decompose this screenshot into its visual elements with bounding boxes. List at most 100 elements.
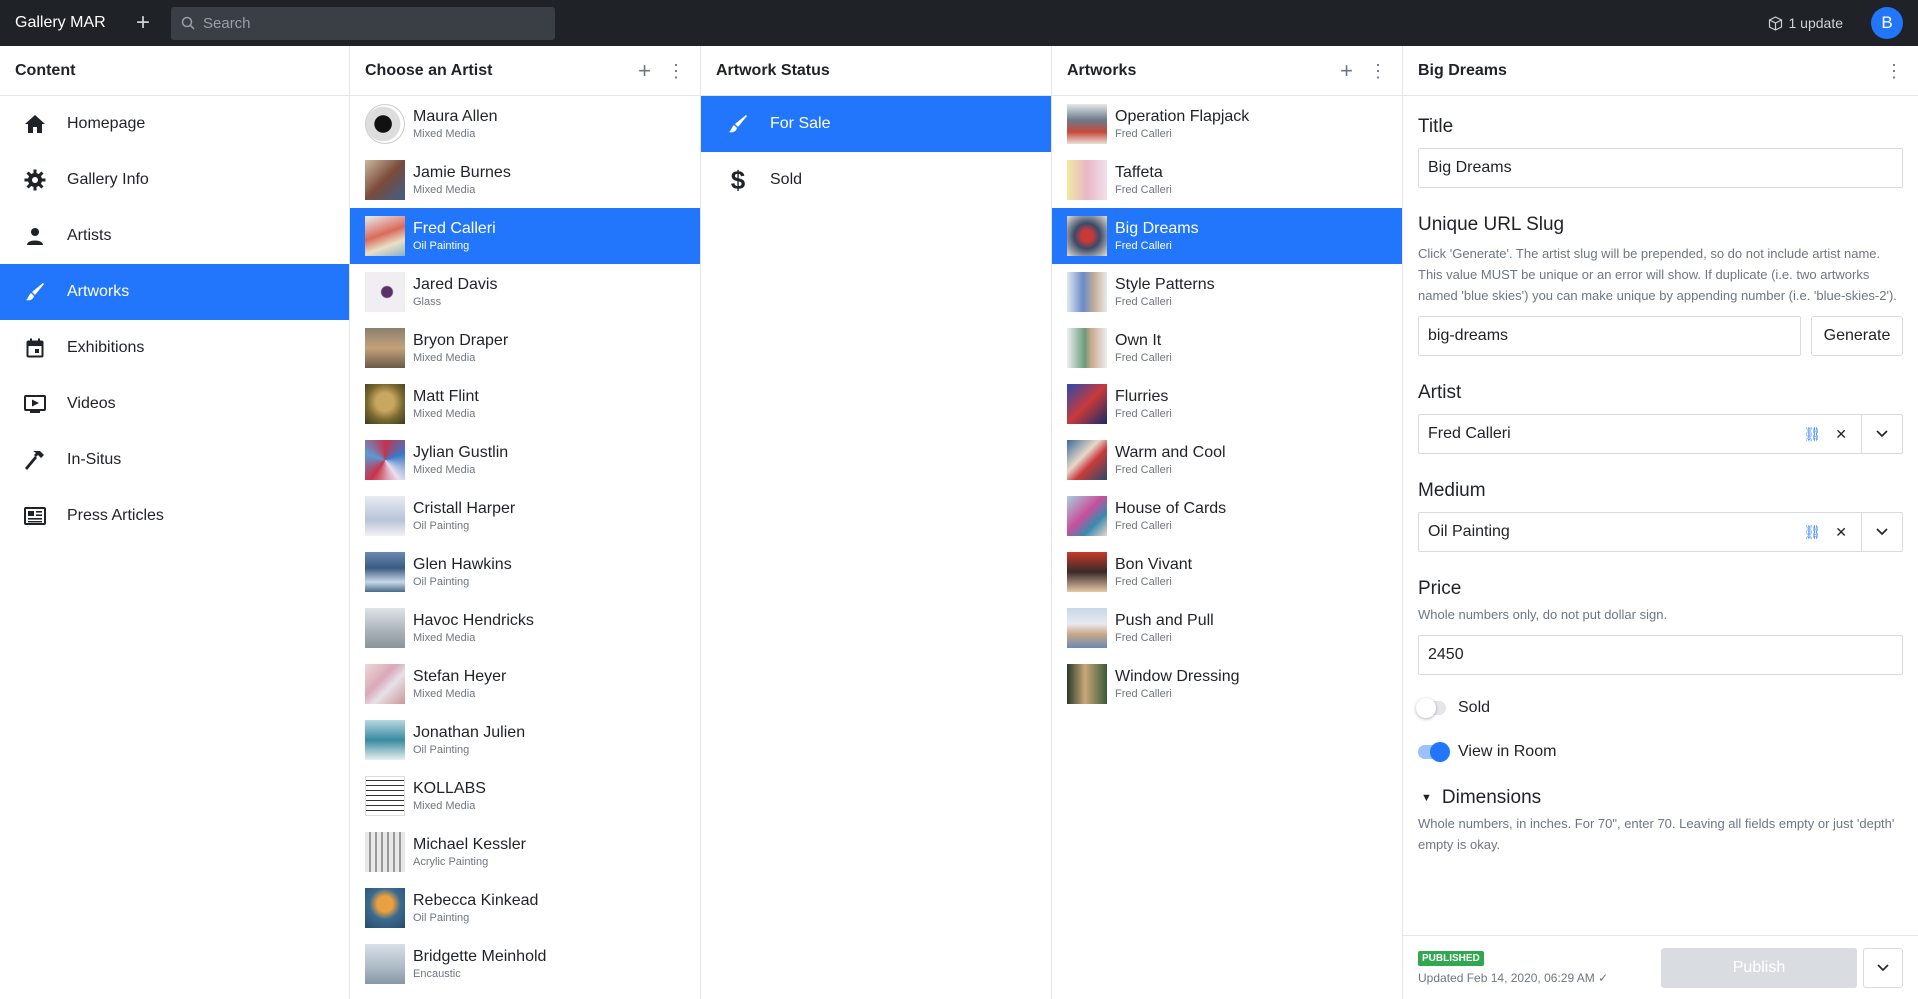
artwork-thumbnail (1067, 104, 1107, 144)
more-options-icon[interactable]: ⋮ (1369, 62, 1387, 80)
list-item[interactable]: Taffeta Fred Calleri (1052, 152, 1402, 208)
view-in-room-toggle[interactable] (1418, 742, 1450, 762)
slug-help-text: Click 'Generate'. The artist slug will b… (1418, 246, 1897, 303)
artwork-title: Push and Pull (1115, 611, 1214, 629)
artist-thumbnail (365, 888, 405, 928)
list-item[interactable]: Jamie Burnes Mixed Media (350, 152, 700, 208)
list-item[interactable]: Jared Davis Glass (350, 264, 700, 320)
slug-field[interactable]: big-dreams (1418, 316, 1801, 356)
artist-name: Bridgette Meinhold (413, 947, 547, 965)
newspaper-icon (22, 503, 48, 529)
artist-thumbnail (365, 160, 405, 200)
list-item[interactable]: Bryon Draper Mixed Media (350, 320, 700, 376)
artwork-artist: Fred Calleri (1115, 687, 1172, 700)
person-icon (22, 223, 48, 249)
list-item[interactable]: Bridgette Meinhold Encaustic (350, 936, 700, 992)
price-field[interactable]: 2450 (1418, 635, 1903, 675)
list-item[interactable]: Big Dreams Fred Calleri (1052, 208, 1402, 264)
package-icon (1768, 15, 1782, 31)
list-item[interactable]: Cristall Harper Oil Painting (350, 488, 700, 544)
list-item[interactable]: KOLLABS Mixed Media (350, 768, 700, 824)
menu-item-artists[interactable]: Artists (0, 208, 349, 264)
artist-medium: Encaustic (413, 967, 461, 980)
list-item[interactable]: Operation Flapjack Fred Calleri (1052, 96, 1402, 152)
list-item[interactable]: Push and Pull Fred Calleri (1052, 600, 1402, 656)
pane-title: Big Dreams (1418, 61, 1507, 79)
menu-item-artworks[interactable]: Artworks (0, 264, 349, 320)
list-item[interactable]: Bon Vivant Fred Calleri (1052, 544, 1402, 600)
artist-name: Bryon Draper (413, 331, 509, 349)
status-item-for-sale[interactable]: For Sale (701, 96, 1051, 152)
list-item[interactable]: Glen Hawkins Oil Painting (350, 544, 700, 600)
artist-medium: Oil Painting (413, 239, 470, 252)
editor-pane-header: Big Dreams ⋮ (1403, 46, 1918, 96)
top-bar: Gallery MAR + 1 update B (0, 0, 1918, 46)
dimensions-help-text: Whole numbers, in inches. For 70", enter… (1418, 816, 1895, 852)
publish-button[interactable]: Publish (1661, 947, 1857, 988)
add-icon[interactable]: + (1340, 59, 1353, 82)
artist-name: Stefan Heyer (413, 667, 507, 685)
list-item[interactable]: Stefan Heyer Mixed Media (350, 656, 700, 712)
chevron-down-icon[interactable] (1861, 513, 1902, 551)
add-icon[interactable]: + (638, 59, 651, 82)
more-options-icon[interactable]: ⋮ (667, 62, 685, 80)
artwork-title: Operation Flapjack (1115, 107, 1250, 125)
link-icon[interactable]: ⛓ (1803, 524, 1821, 541)
generate-button[interactable]: Generate (1811, 316, 1903, 356)
list-item[interactable]: Matt Flint Mixed Media (350, 376, 700, 432)
more-options-icon[interactable]: ⋮ (1885, 62, 1903, 80)
create-new-icon[interactable]: + (127, 0, 159, 46)
title-field[interactable]: Big Dreams (1418, 148, 1903, 188)
artwork-thumbnail (1067, 384, 1107, 424)
list-item[interactable]: Jylian Gustlin Mixed Media (350, 432, 700, 488)
artwork-thumbnail (1067, 608, 1107, 648)
search-input[interactable] (203, 14, 533, 32)
status-item-sold[interactable]: $ Sold (701, 152, 1051, 208)
publish-menu-button[interactable] (1863, 947, 1903, 988)
list-item[interactable]: Warm and Cool Fred Calleri (1052, 432, 1402, 488)
updates-button[interactable]: 1 update (1768, 15, 1843, 31)
app-title[interactable]: Gallery MAR (0, 14, 127, 32)
artwork-artist: Fred Calleri (1115, 351, 1172, 364)
list-item[interactable]: Havoc Hendricks Mixed Media (350, 600, 700, 656)
content-pane-header: Content (0, 46, 349, 96)
list-item[interactable]: Flurries Fred Calleri (1052, 376, 1402, 432)
chevron-down-icon[interactable] (1861, 415, 1902, 453)
list-item[interactable]: Own It Fred Calleri (1052, 320, 1402, 376)
clear-icon[interactable]: ✕ (1835, 524, 1847, 541)
search-box[interactable] (171, 6, 555, 40)
dimensions-section-toggle[interactable]: ▼ Dimensions (1418, 787, 1903, 809)
list-item[interactable]: Rebecca Kinkead Oil Painting (350, 880, 700, 936)
search-icon (181, 16, 195, 30)
menu-item-gallery-info[interactable]: Gallery Info (0, 152, 349, 208)
avatar[interactable]: B (1871, 7, 1903, 39)
dollar-icon: $ (730, 164, 746, 195)
artist-thumbnail (365, 440, 405, 480)
list-item[interactable]: Michael Kessler Acrylic Painting (350, 824, 700, 880)
list-item[interactable]: Jonathan Julien Oil Painting (350, 712, 700, 768)
menu-item-press-articles[interactable]: Press Articles (0, 488, 349, 544)
list-item[interactable]: Maura Allen Mixed Media (350, 96, 700, 152)
link-icon[interactable]: ⛓ (1803, 426, 1821, 443)
artist-name: Glen Hawkins (413, 555, 512, 573)
artist-medium: Mixed Media (413, 687, 476, 700)
artist-label: Artist (1418, 382, 1462, 403)
artist-reference-field[interactable]: Fred Calleri ⛓ ✕ (1418, 414, 1903, 454)
clear-icon[interactable]: ✕ (1835, 426, 1847, 443)
brush-icon (727, 114, 749, 134)
menu-item-homepage[interactable]: Homepage (0, 96, 349, 152)
medium-reference-field[interactable]: Oil Painting ⛓ ✕ (1418, 512, 1903, 552)
list-item[interactable]: Fred Calleri Oil Painting (350, 208, 700, 264)
artwork-thumbnail (1067, 440, 1107, 480)
list-item[interactable]: House of Cards Fred Calleri (1052, 488, 1402, 544)
list-item[interactable]: Window Dressing Fred Calleri (1052, 656, 1402, 712)
menu-item-exhibitions[interactable]: Exhibitions (0, 320, 349, 376)
menu-item-videos[interactable]: Videos (0, 376, 349, 432)
artist-medium: Glass (413, 295, 442, 308)
list-item[interactable]: Style Patterns Fred Calleri (1052, 264, 1402, 320)
artwork-artist: Fred Calleri (1115, 239, 1172, 252)
menu-item-label: Gallery Info (67, 171, 149, 188)
title-label: Title (1418, 116, 1454, 137)
menu-item-in-situs[interactable]: In-Situs (0, 432, 349, 488)
sold-toggle[interactable] (1416, 698, 1446, 718)
